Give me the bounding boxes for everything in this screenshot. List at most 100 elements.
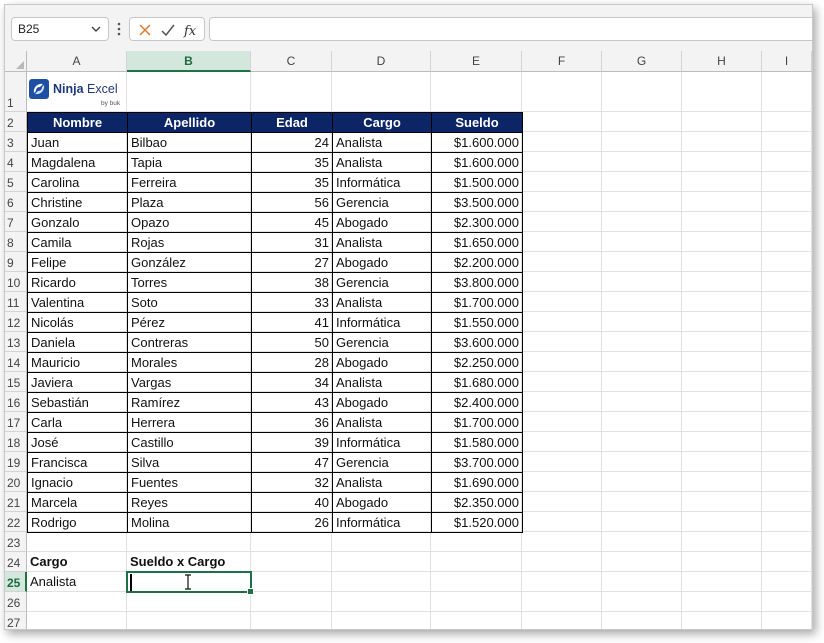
table-cell[interactable]: Daniela (27, 332, 128, 353)
row-header-12[interactable]: 12 (5, 312, 27, 332)
column-header-h[interactable]: H (682, 51, 762, 72)
table-cell[interactable]: Informática (332, 312, 432, 333)
chevron-down-icon[interactable] (90, 23, 102, 35)
row-header-11[interactable]: 11 (5, 292, 27, 312)
table-cell[interactable]: Silva (127, 452, 252, 473)
table-cell[interactable]: Carolina (27, 172, 128, 193)
table-cell[interactable]: Reyes (127, 492, 252, 513)
table-header-cell[interactable]: Sueldo (431, 112, 523, 133)
row-header-8[interactable]: 8 (5, 232, 27, 252)
table-cell[interactable]: Gerencia (332, 192, 432, 213)
table-cell[interactable]: Mauricio (27, 352, 128, 373)
table-cell[interactable]: $2.300.000 (431, 212, 523, 233)
table-cell[interactable]: Analista (332, 232, 432, 253)
table-cell[interactable]: $1.600.000 (431, 152, 523, 173)
table-cell[interactable]: González (127, 252, 252, 273)
table-cell[interactable]: Soto (127, 292, 252, 313)
table-cell[interactable]: Valentina (27, 292, 128, 313)
table-cell[interactable]: 39 (251, 432, 333, 453)
table-cell[interactable]: Abogado (332, 392, 432, 413)
row-header-5[interactable]: 5 (5, 172, 27, 192)
table-cell[interactable]: Castillo (127, 432, 252, 453)
table-cell[interactable]: $1.500.000 (431, 172, 523, 193)
table-cell[interactable]: Camila (27, 232, 128, 253)
table-cell[interactable]: Gonzalo (27, 212, 128, 233)
table-cell[interactable]: 28 (251, 352, 333, 373)
row-header-22[interactable]: 22 (5, 512, 27, 532)
table-cell[interactable]: 40 (251, 492, 333, 513)
table-cell[interactable]: $2.200.000 (431, 252, 523, 273)
table-cell[interactable]: $1.580.000 (431, 432, 523, 453)
table-cell[interactable]: Molina (127, 512, 252, 533)
formula-input[interactable] (209, 17, 812, 41)
table-cell[interactable]: $1.690.000 (431, 472, 523, 493)
row-header-19[interactable]: 19 (5, 452, 27, 472)
table-cell[interactable]: 24 (251, 132, 333, 153)
table-cell[interactable]: $2.350.000 (431, 492, 523, 513)
table-cell[interactable]: $3.600.000 (431, 332, 523, 353)
table-cell[interactable]: $3.800.000 (431, 272, 523, 293)
row-header-4[interactable]: 4 (5, 152, 27, 172)
table-cell[interactable]: Informática (332, 512, 432, 533)
column-header-d[interactable]: D (332, 51, 431, 72)
table-cell[interactable]: $1.520.000 (431, 512, 523, 533)
row-header-6[interactable]: 6 (5, 192, 27, 212)
table-cell[interactable]: 35 (251, 152, 333, 173)
table-cell[interactable]: Pérez (127, 312, 252, 333)
row-header-13[interactable]: 13 (5, 332, 27, 352)
table-cell[interactable]: Informática (332, 432, 432, 453)
check-icon[interactable] (159, 21, 177, 39)
table-cell[interactable]: Abogado (332, 212, 432, 233)
table-cell[interactable]: Magdalena (27, 152, 128, 173)
table-cell[interactable]: Gerencia (332, 272, 432, 293)
table-cell[interactable]: Plaza (127, 192, 252, 213)
row-header-17[interactable]: 17 (5, 412, 27, 432)
table-header-cell[interactable]: Cargo (332, 112, 432, 133)
table-cell[interactable]: Herrera (127, 412, 252, 433)
table-cell[interactable]: Abogado (332, 252, 432, 273)
table-cell[interactable]: Abogado (332, 352, 432, 373)
more-options-icon[interactable] (115, 19, 123, 39)
column-header-e[interactable]: E (431, 51, 522, 72)
table-cell[interactable]: 47 (251, 452, 333, 473)
table-cell[interactable]: $3.700.000 (431, 452, 523, 473)
table-cell[interactable]: Rodrigo (27, 512, 128, 533)
table-cell[interactable]: Analista (332, 132, 432, 153)
table-cell[interactable]: Ferreira (127, 172, 252, 193)
column-header-g[interactable]: G (602, 51, 682, 72)
table-cell[interactable]: Gerencia (332, 332, 432, 353)
table-cell[interactable]: Nicolás (27, 312, 128, 333)
table-cell[interactable]: Analista (332, 372, 432, 393)
table-cell[interactable]: José (27, 432, 128, 453)
lookup-value-cargo[interactable]: Analista (27, 572, 128, 593)
table-header-cell[interactable]: Apellido (127, 112, 252, 133)
x-icon[interactable] (136, 21, 154, 39)
row-header-27[interactable]: 27 (5, 612, 27, 629)
select-all-corner[interactable] (5, 51, 27, 72)
table-cell[interactable]: Tapia (127, 152, 252, 173)
table-cell[interactable]: 50 (251, 332, 333, 353)
table-cell[interactable]: Analista (332, 152, 432, 173)
row-header-7[interactable]: 7 (5, 212, 27, 232)
table-cell[interactable]: Fuentes (127, 472, 252, 493)
row-header-26[interactable]: 26 (5, 592, 27, 612)
table-cell[interactable]: Ignacio (27, 472, 128, 493)
table-cell[interactable]: $1.550.000 (431, 312, 523, 333)
column-header-b[interactable]: B (127, 51, 251, 72)
table-cell[interactable]: Felipe (27, 252, 128, 273)
table-cell[interactable]: $1.700.000 (431, 412, 523, 433)
table-cell[interactable]: 33 (251, 292, 333, 313)
table-cell[interactable]: Abogado (332, 492, 432, 513)
table-cell[interactable]: Analista (332, 412, 432, 433)
row-header-24[interactable]: 24 (5, 552, 27, 572)
table-cell[interactable]: Javiera (27, 372, 128, 393)
column-header-f[interactable]: F (522, 51, 602, 72)
lookup-header-sueldo[interactable]: Sueldo x Cargo (127, 552, 252, 573)
table-cell[interactable]: Gerencia (332, 452, 432, 473)
table-cell[interactable]: Juan (27, 132, 128, 153)
row-header-25[interactable]: 25 (5, 572, 27, 592)
table-cell[interactable]: 26 (251, 512, 333, 533)
table-cell[interactable]: Ramírez (127, 392, 252, 413)
row-header-23[interactable]: 23 (5, 532, 27, 552)
row-header-21[interactable]: 21 (5, 492, 27, 512)
